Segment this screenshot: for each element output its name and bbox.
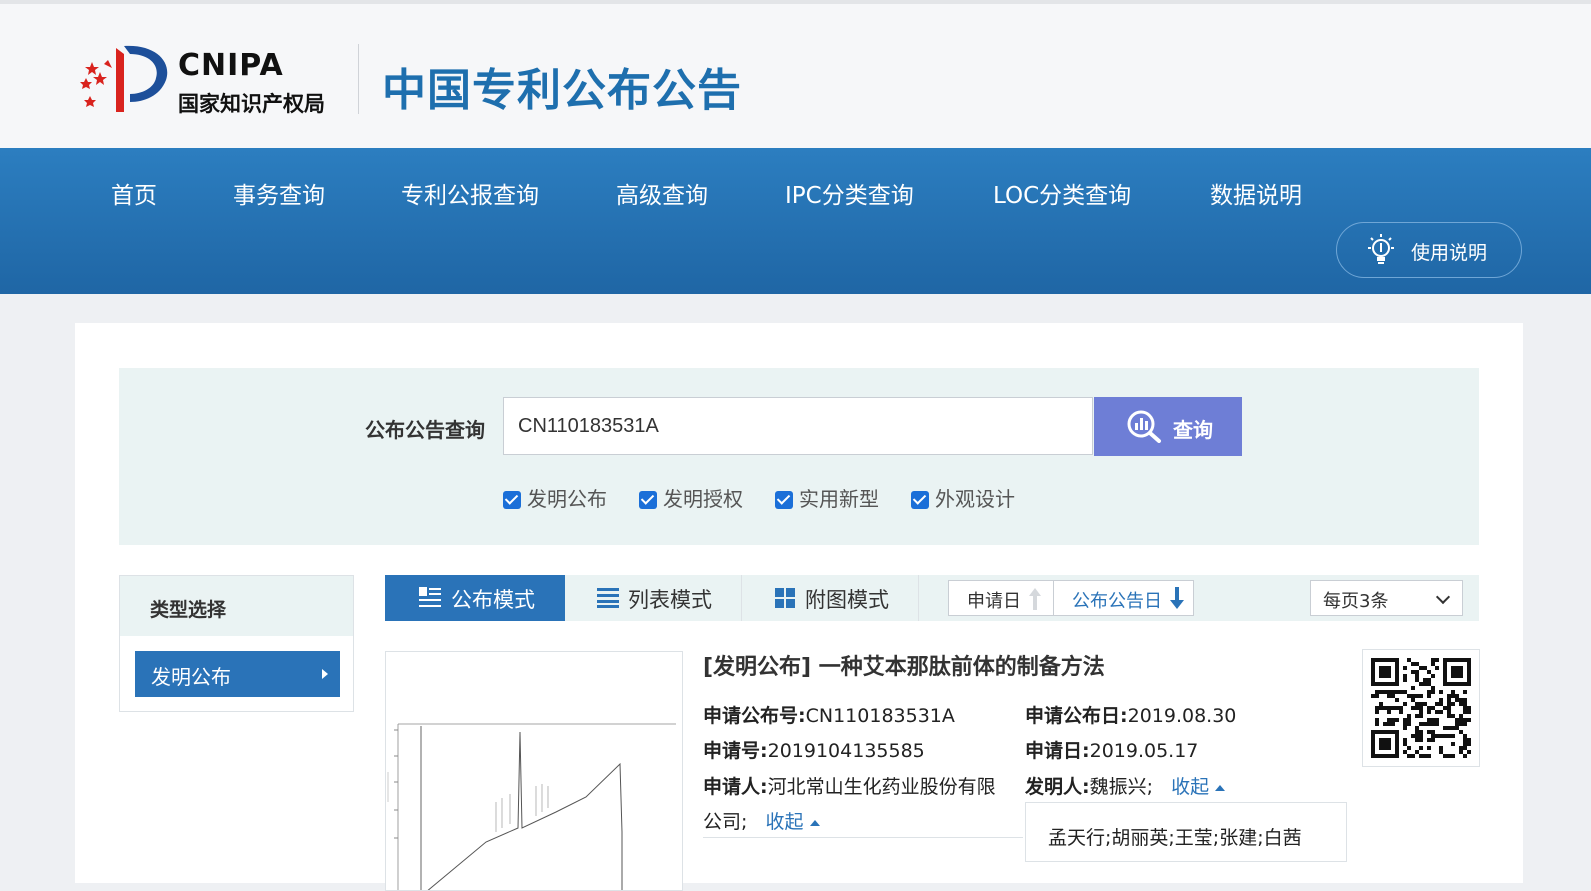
result-title[interactable]: [发明公布] 一种艾本那肽前体的制备方法	[703, 649, 1105, 681]
field-value: 2019104135585	[767, 740, 925, 762]
inventor-collapse-link[interactable]: 收起	[1171, 776, 1226, 798]
collapse-label: 收起	[1171, 776, 1210, 798]
chromatogram-figure	[387, 723, 676, 890]
site-header: CNIPA 国家知识产权局 中国专利公布公告	[0, 0, 1591, 148]
checkbox-label: 实用新型	[799, 487, 879, 511]
checkbox-checked-icon	[503, 491, 521, 509]
type-filter-sidebar: 类型选择 发明公布	[119, 575, 354, 712]
tab-publication-mode[interactable]: 公布模式	[385, 575, 565, 621]
lightbulb-icon	[1368, 234, 1394, 264]
checkbox-checked-icon	[639, 491, 657, 509]
per-page-value: 每页3条	[1323, 591, 1389, 612]
caret-up-icon	[1215, 785, 1226, 791]
help-button[interactable]: 使用说明	[1336, 222, 1522, 278]
field-publication-number: 申请公布号:CN110183531A	[703, 701, 955, 728]
checkbox-design[interactable]: 外观设计	[911, 483, 1015, 512]
publication-mode-icon	[419, 587, 441, 607]
field-inventor: 发明人:魏振兴; 收起	[1025, 772, 1226, 799]
field-application-number: 申请号:2019104135585	[703, 736, 925, 763]
field-label: 申请号:	[703, 740, 768, 762]
chevron-down-icon	[1435, 589, 1451, 605]
sidebar-title: 类型选择	[150, 599, 227, 621]
search-button-label: 查询	[1173, 418, 1213, 442]
nav-item-affairs[interactable]: 事务查询	[233, 176, 325, 210]
field-label: 申请公布号:	[703, 705, 806, 727]
field-label: 申请人:	[703, 776, 768, 798]
sidebar-header: 类型选择	[120, 576, 353, 636]
per-page-select[interactable]: 每页3条	[1310, 580, 1463, 616]
results-toolbar: 公布模式 列表模式 附图模式 申请日 公布公告日 每页3条	[385, 575, 1479, 621]
inventor-expanded-list: 孟天行;胡丽英;王莹;张建;白茜	[1025, 802, 1347, 862]
nav-item-loc[interactable]: LOC分类查询	[993, 176, 1131, 210]
result-thumbnail[interactable]	[385, 651, 683, 891]
collapse-label: 收起	[765, 811, 804, 833]
field-publication-date: 申请公布日:2019.08.30	[1025, 701, 1236, 728]
logo-text-cn: 国家知识产权局	[178, 91, 325, 116]
checkbox-utility-model[interactable]: 实用新型	[775, 483, 879, 512]
sort-group: 申请日 公布公告日	[948, 580, 1194, 616]
site-title: 中国专利公布公告	[382, 65, 742, 116]
tab-label: 附图模式	[805, 588, 889, 612]
field-application-date: 申请日:2019.05.17	[1025, 736, 1198, 763]
field-applicant-continued: 公司; 收起	[703, 807, 820, 834]
main-panel: 公布公告查询 查询 发明公布 发明授权 实用新型 外观设计 类型选择 发明公布	[75, 323, 1523, 891]
grid-mode-icon	[775, 588, 795, 608]
search-icon	[1127, 410, 1161, 443]
sort-label: 公布公告日	[1072, 591, 1162, 612]
applicant-collapse-link[interactable]: 收起	[766, 811, 820, 833]
search-button[interactable]: 查询	[1094, 397, 1242, 456]
qr-code-icon	[1371, 658, 1471, 758]
field-value: 魏振兴;	[1089, 776, 1154, 798]
search-box: 公布公告查询 查询 发明公布 发明授权 实用新型 外观设计	[119, 368, 1479, 545]
field-value: 河北常山生化药业股份有限	[767, 776, 996, 798]
nav-item-gazette[interactable]: 专利公报查询	[401, 176, 539, 210]
caret-up-icon	[809, 820, 820, 826]
logo-text-en: CNIPA	[178, 48, 284, 83]
qr-code	[1362, 649, 1480, 767]
list-mode-icon	[597, 588, 619, 608]
header-divider	[358, 44, 359, 114]
sidebar-item-label: 发明公布	[151, 665, 231, 689]
arrow-down-icon	[1170, 587, 1184, 609]
cnipa-emblem-icon	[80, 45, 168, 112]
checkbox-label: 发明公布	[527, 487, 607, 511]
sidebar-item-invention-publication[interactable]: 发明公布	[135, 651, 340, 697]
nav-item-home[interactable]: 首页	[111, 176, 157, 210]
inventor-list-text: 孟天行;胡丽英;王莹;张建;白茜	[1048, 827, 1302, 849]
search-label: 公布公告查询	[365, 418, 485, 442]
field-label: 发明人:	[1025, 776, 1090, 798]
checkbox-label: 发明授权	[663, 487, 743, 511]
search-input[interactable]	[503, 397, 1093, 455]
applicant-divider	[703, 837, 1023, 838]
field-value: 公司;	[703, 811, 748, 833]
nav-item-ipc[interactable]: IPC分类查询	[785, 176, 914, 210]
arrow-up-icon	[1029, 588, 1041, 610]
sort-publication-date[interactable]: 公布公告日	[1054, 581, 1194, 615]
help-button-label: 使用说明	[1411, 242, 1488, 264]
field-value: CN110183531A	[805, 705, 955, 727]
main-nav: 首页 事务查询 专利公报查询 高级查询 IPC分类查询 LOC分类查询 数据说明…	[0, 148, 1591, 294]
nav-item-data-notes[interactable]: 数据说明	[1210, 176, 1302, 210]
tab-image-mode[interactable]: 附图模式	[742, 575, 919, 621]
cnipa-logo[interactable]: CNIPA 国家知识产权局	[78, 40, 358, 120]
tab-label: 列表模式	[628, 588, 712, 612]
checkbox-invention-publication[interactable]: 发明公布	[503, 483, 607, 512]
field-value: 2019.08.30	[1127, 705, 1237, 727]
tab-list-mode[interactable]: 列表模式	[565, 575, 742, 621]
checkbox-checked-icon	[911, 491, 929, 509]
nav-item-advanced[interactable]: 高级查询	[616, 176, 708, 210]
sort-application-date[interactable]: 申请日	[949, 581, 1054, 615]
checkbox-checked-icon	[775, 491, 793, 509]
checkbox-label: 外观设计	[935, 487, 1015, 511]
tab-label: 公布模式	[451, 588, 535, 612]
caret-right-icon	[322, 669, 328, 679]
field-applicant: 申请人:河北常山生化药业股份有限	[703, 772, 996, 799]
checkbox-invention-grant[interactable]: 发明授权	[639, 483, 743, 512]
field-label: 申请公布日:	[1025, 705, 1128, 727]
field-value: 2019.05.17	[1089, 740, 1199, 762]
field-label: 申请日:	[1025, 740, 1090, 762]
sort-label: 申请日	[967, 591, 1021, 612]
